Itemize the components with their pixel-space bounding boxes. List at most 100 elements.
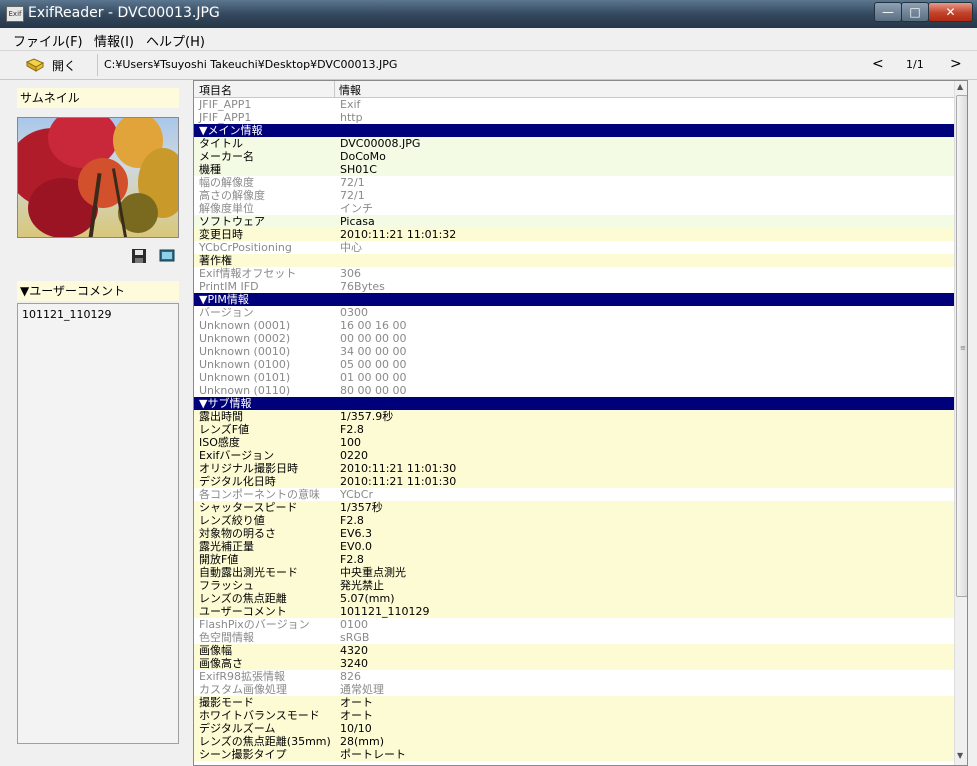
cell-value: 80 00 00 00 [340, 384, 407, 397]
cell-value: インチ [340, 202, 373, 215]
table-row[interactable]: シーン撮影タイプ ポートレート [194, 748, 954, 761]
cell-name: 露出時間 [199, 410, 243, 423]
table-row[interactable]: 画像幅 4320 [194, 644, 954, 657]
table-row[interactable]: 高さの解像度 72/1 [194, 189, 954, 202]
table-row[interactable]: 露出時間 1/357.9秒 [194, 410, 954, 423]
table-row[interactable]: レンズ絞り値 F2.8 [194, 514, 954, 527]
cell-name: ExifR98拡張情報 [199, 670, 286, 683]
cell-value: 28(mm) [340, 735, 385, 748]
table-row[interactable]: レンズF値 F2.8 [194, 423, 954, 436]
table-row[interactable]: 自動露出測光モード 中央重点測光 [194, 566, 954, 579]
table-row[interactable]: 機種 SH01C [194, 163, 954, 176]
cell-value: 0100 [340, 618, 368, 631]
table-row[interactable]: Unknown (0001) 16 00 16 00 [194, 319, 954, 332]
cell-value: 0300 [340, 306, 368, 319]
table-row[interactable]: ソフトウェア Picasa [194, 215, 954, 228]
table-row[interactable]: 幅の解像度 72/1 [194, 176, 954, 189]
table-row[interactable]: 解像度単位 インチ [194, 202, 954, 215]
table-row[interactable]: ユーザーコメント 101121_110129 [194, 605, 954, 618]
cell-name: フラッシュ [199, 579, 254, 592]
scroll-thumb[interactable]: ≡ [956, 95, 967, 597]
cell-value: Picasa [340, 215, 375, 228]
left-panel: サムネイル ▼ユーザーコメント 101121_110129 [0, 80, 190, 766]
table-row[interactable]: YCbCrPositioning 中心 [194, 241, 954, 254]
title-bar[interactable]: Exif ExifReader - DVC00013.JPG — □ ✕ [0, 0, 977, 28]
cell-value: sRGB [340, 631, 370, 644]
cell-name: Exifバージョン [199, 449, 275, 462]
table-row[interactable]: JFIF_APP1 http [194, 111, 954, 124]
table-row[interactable]: 開放F値 F2.8 [194, 553, 954, 566]
table-row[interactable]: 対象物の明るさ EV6.3 [194, 527, 954, 540]
cell-value: 72/1 [340, 189, 365, 202]
table-row[interactable]: レンズの焦点距離 5.07(mm) [194, 592, 954, 605]
section-header-row[interactable]: ▼PIM情報 [194, 293, 954, 306]
cell-name: デジタルズーム [199, 722, 276, 735]
next-button[interactable]: > [950, 56, 962, 72]
table-row[interactable]: 露光補正量 EV0.0 [194, 540, 954, 553]
cell-value: 34 00 00 00 [340, 345, 407, 358]
column-header-name[interactable]: 項目名 [199, 82, 232, 98]
grid-rows: JFIF_APP1 Exif JFIF_APP1 http ▼メイン情報 タイトル DVC0… [194, 98, 954, 761]
menu-file[interactable]: ファイル(F) [13, 31, 83, 50]
user-comment-heading: ▼ユーザーコメント [17, 281, 179, 301]
table-row[interactable]: 変更日時 2010:11:21 11:01:32 [194, 228, 954, 241]
vertical-scrollbar[interactable]: ▲ ≡ ▼ [954, 81, 967, 765]
section-header-row[interactable]: ▼サブ情報 [194, 397, 954, 410]
cell-value: 306 [340, 267, 361, 280]
table-row[interactable]: メーカー名 DoCoMo [194, 150, 954, 163]
cell-name: ▼PIM情報 [199, 293, 249, 306]
table-row[interactable]: ExifR98拡張情報 826 [194, 670, 954, 683]
table-row[interactable]: FlashPixのバージョン 0100 [194, 618, 954, 631]
column-header-info[interactable]: 情報 [339, 82, 361, 98]
page-counter: 1/1 [906, 58, 924, 71]
cell-value: 101121_110129 [340, 605, 430, 618]
table-row[interactable]: 色空間情報 sRGB [194, 631, 954, 644]
table-row[interactable]: Unknown (0101) 01 00 00 00 [194, 371, 954, 384]
table-row[interactable]: Unknown (0100) 05 00 00 00 [194, 358, 954, 371]
table-row[interactable]: タイトル DVC00008.JPG [194, 137, 954, 150]
user-comment-box[interactable]: 101121_110129 [17, 303, 179, 744]
section-header-row[interactable]: ▼メイン情報 [194, 124, 954, 137]
table-row[interactable]: シャッタースピード 1/357秒 [194, 501, 954, 514]
exif-grid[interactable]: 項目名 情報 JFIF_APP1 Exif JFIF_APP1 http ▼メイン情報タ… [193, 80, 968, 766]
scroll-up-icon[interactable]: ▲ [957, 82, 963, 91]
table-row[interactable]: 撮影モード オート [194, 696, 954, 709]
monitor-icon[interactable] [159, 248, 175, 264]
cell-name: YCbCrPositioning [199, 241, 292, 254]
table-row[interactable]: 著作権 [194, 254, 954, 267]
minimize-button[interactable]: — [874, 2, 902, 22]
table-row[interactable]: Exif情報オフセット 306 [194, 267, 954, 280]
table-row[interactable]: レンズの焦点距離(35mm) 28(mm) [194, 735, 954, 748]
table-row[interactable]: Unknown (0010) 34 00 00 00 [194, 345, 954, 358]
open-button[interactable]: 開く [26, 55, 76, 75]
cell-name: デジタル化日時 [199, 475, 276, 488]
save-icon[interactable] [131, 248, 147, 264]
maximize-button[interactable]: □ [901, 2, 929, 22]
table-row[interactable]: Exifバージョン 0220 [194, 449, 954, 462]
prev-button[interactable]: < [872, 56, 884, 72]
scroll-down-icon[interactable]: ▼ [957, 751, 963, 760]
table-row[interactable]: JFIF_APP1 Exif [194, 98, 954, 111]
table-row[interactable]: フラッシュ 発光禁止 [194, 579, 954, 592]
cell-name: PrintIM IFD [199, 280, 259, 293]
cell-value: F2.8 [340, 423, 364, 436]
table-row[interactable]: Unknown (0002) 00 00 00 00 [194, 332, 954, 345]
table-row[interactable]: カスタム画像処理 通常処理 [194, 683, 954, 696]
cell-name: Unknown (0101) [199, 371, 291, 384]
cell-name: 変更日時 [199, 228, 243, 241]
table-row[interactable]: デジタル化日時 2010:11:21 11:01:30 [194, 475, 954, 488]
table-row[interactable]: デジタルズーム 10/10 [194, 722, 954, 735]
menu-info[interactable]: 情報(I) [94, 31, 134, 50]
menu-help[interactable]: ヘルプ(H) [146, 31, 205, 50]
close-button[interactable]: ✕ [928, 2, 973, 22]
table-row[interactable]: ISO感度 100 [194, 436, 954, 449]
table-row[interactable]: オリジナル撮影日時 2010:11:21 11:01:30 [194, 462, 954, 475]
table-row[interactable]: ホワイトバランスモード オート [194, 709, 954, 722]
table-row[interactable]: 各コンポーネントの意味 YCbCr [194, 488, 954, 501]
table-row[interactable]: 画像高さ 3240 [194, 657, 954, 670]
cell-name: シーン撮影タイプ [199, 748, 287, 761]
table-row[interactable]: Unknown (0110) 80 00 00 00 [194, 384, 954, 397]
cell-value: SH01C [340, 163, 377, 176]
table-row[interactable]: PrintIM IFD 76Bytes [194, 280, 954, 293]
table-row[interactable]: バージョン 0300 [194, 306, 954, 319]
